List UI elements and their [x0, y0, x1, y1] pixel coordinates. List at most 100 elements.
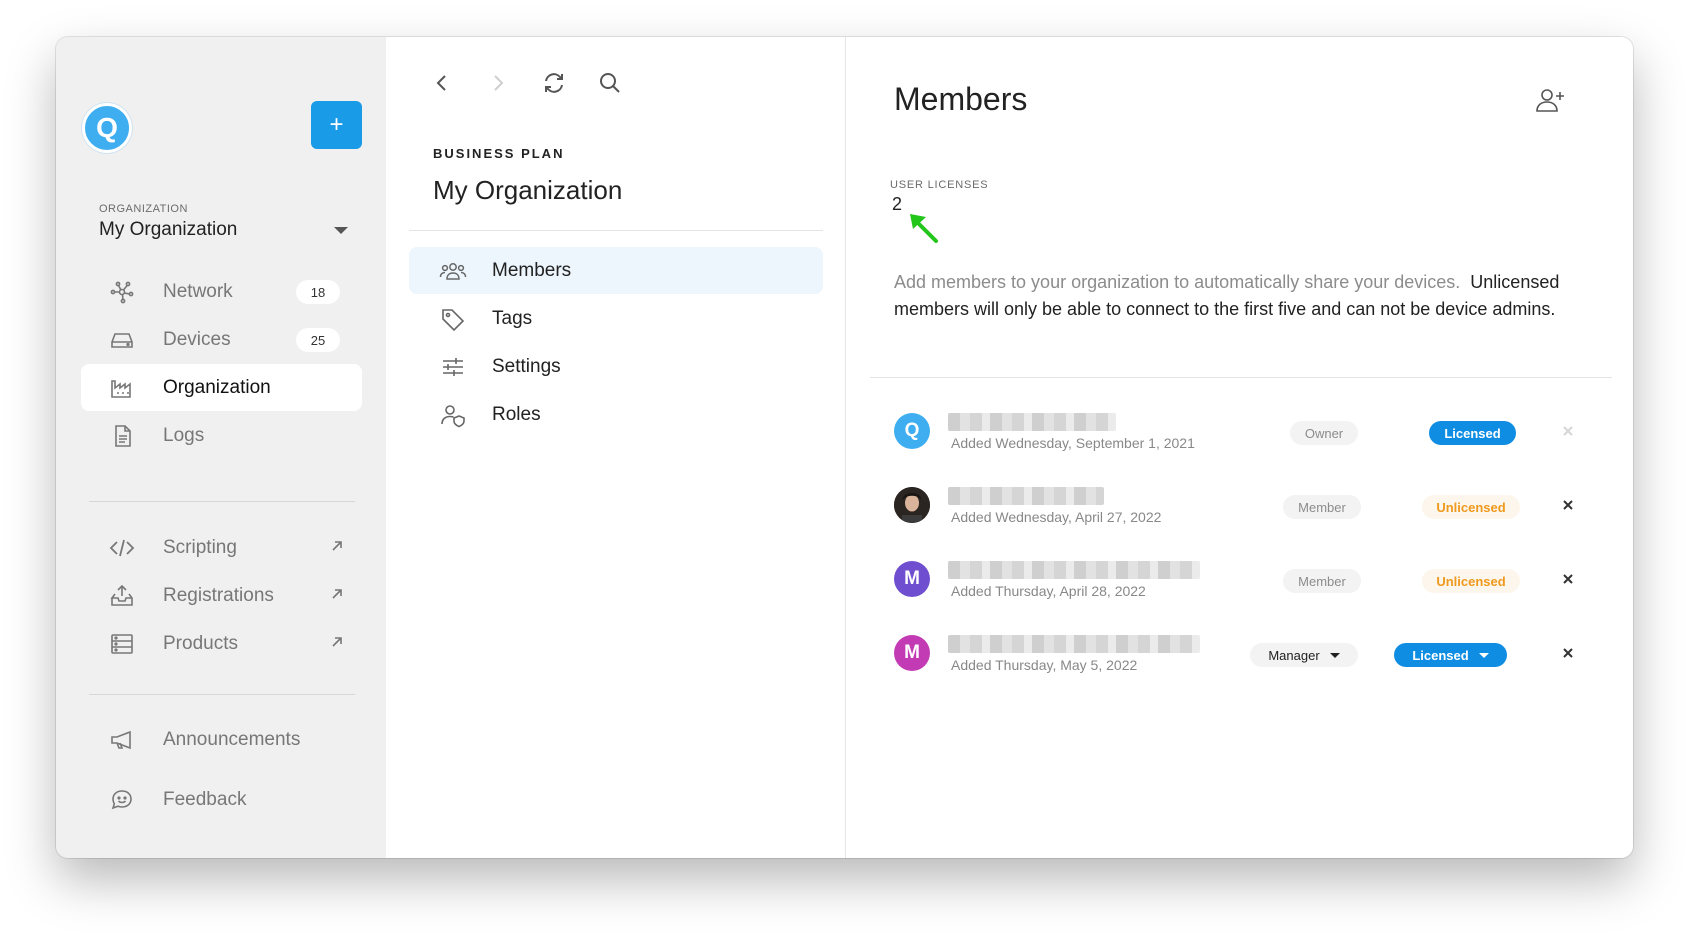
sidebar-item-label: Announcements	[163, 728, 301, 750]
close-icon[interactable]	[1560, 497, 1576, 513]
member-avatar-photo	[894, 487, 930, 523]
description-text: Add members to your organization to auto…	[894, 272, 1461, 292]
sidebar-divider	[89, 694, 355, 695]
members-title: Members	[894, 81, 1028, 117]
member-role-label: Member	[1283, 495, 1361, 519]
menu-item-settings[interactable]: Settings	[409, 343, 823, 390]
member-name-redacted	[948, 413, 1116, 431]
role-dropdown[interactable]: Manager	[1250, 643, 1358, 667]
license-status-badge: Unlicensed	[1422, 569, 1520, 593]
sidebar-item-registrations[interactable]: Registrations	[81, 572, 362, 619]
devices-count-badge: 25	[296, 328, 340, 352]
tag-icon	[442, 309, 465, 332]
upload-tray-icon	[110, 584, 133, 606]
external-link-icon	[332, 541, 342, 551]
member-avatar: M	[894, 635, 930, 671]
chevron-down-icon[interactable]	[334, 227, 348, 234]
sidebar-item-logs[interactable]: Logs	[81, 412, 362, 459]
member-name-redacted	[948, 561, 1200, 579]
user-licenses-label: USER LICENSES	[890, 179, 989, 191]
member-role-label: Member	[1283, 569, 1361, 593]
member-row[interactable]: Added Wednesday, April 27, 2022 Member U…	[894, 487, 1594, 537]
member-row[interactable]: M Added Thursday, May 5, 2022 Manager Li…	[894, 635, 1594, 685]
member-avatar: M	[894, 561, 930, 597]
forward-icon[interactable]	[484, 69, 512, 97]
role-dropdown-label: Manager	[1268, 647, 1320, 663]
member-avatar: Q	[894, 413, 930, 449]
megaphone-icon	[111, 730, 131, 750]
network-count-badge: 18	[296, 280, 340, 304]
members-panel: Members USER LICENSES 2 Add members to y…	[846, 37, 1633, 858]
sidebar-item-products[interactable]: Products	[81, 620, 362, 667]
sidebar-item-label: Registrations	[163, 584, 274, 606]
sidebar-item-label: Logs	[163, 424, 205, 446]
license-status-badge: Unlicensed	[1422, 495, 1520, 519]
sidebar-item-network[interactable]: Network 18	[81, 268, 362, 315]
sidebar-item-label: Scripting	[163, 536, 237, 558]
close-icon[interactable]	[1560, 571, 1576, 587]
users-icon	[439, 263, 467, 280]
license-dropdown-label: Licensed	[1412, 647, 1469, 663]
sidebar-item-label: Devices	[163, 328, 231, 350]
members-description: Add members to your organization to auto…	[894, 269, 1584, 323]
member-name-redacted	[948, 635, 1200, 653]
add-user-icon[interactable]	[1534, 85, 1566, 115]
app-window: Q + ORGANIZATION My Organization Network…	[56, 37, 1633, 858]
sidebar-divider	[89, 501, 355, 502]
close-icon[interactable]	[1560, 645, 1576, 661]
factory-icon	[111, 380, 131, 398]
license-status-badge: Licensed	[1429, 421, 1516, 445]
organization-label: ORGANIZATION	[99, 203, 188, 215]
member-added-date: Added Wednesday, April 27, 2022	[951, 509, 1162, 525]
add-button[interactable]: +	[311, 101, 362, 149]
account-avatar[interactable]: Q	[82, 103, 132, 153]
person-photo-icon	[894, 487, 930, 523]
external-link-icon	[332, 637, 342, 647]
sidebar-item-label: Feedback	[163, 788, 247, 810]
sidebar-item-label: Network	[163, 280, 233, 302]
panel-divider	[409, 230, 823, 231]
menu-item-roles[interactable]: Roles	[409, 391, 823, 438]
sidebar-item-announcements[interactable]: Announcements	[81, 716, 362, 763]
network-icon	[110, 281, 134, 304]
back-icon[interactable]	[428, 69, 456, 97]
close-icon	[1563, 426, 1573, 436]
menu-item-label: Settings	[492, 355, 561, 377]
user-licenses-value: 2	[892, 194, 903, 214]
sidebar-item-feedback[interactable]: Feedback	[81, 776, 362, 823]
server-icon	[111, 634, 133, 654]
sidebar-item-organization[interactable]: Organization	[81, 364, 362, 411]
plan-label: BUSINESS PLAN	[433, 146, 565, 161]
sidebar-item-scripting[interactable]: Scripting	[81, 524, 362, 571]
member-added-date: Added Thursday, May 5, 2022	[951, 657, 1138, 673]
member-row[interactable]: M Added Thursday, April 28, 2022 Member …	[894, 561, 1594, 611]
pointer-arrow-icon	[910, 214, 938, 243]
menu-item-label: Roles	[492, 403, 541, 425]
document-icon	[115, 425, 131, 447]
members-divider	[870, 377, 1612, 378]
menu-item-members[interactable]: Members	[409, 247, 823, 294]
chevron-down-icon	[1478, 652, 1489, 658]
member-added-date: Added Wednesday, September 1, 2021	[951, 435, 1195, 451]
search-icon[interactable]	[596, 69, 624, 97]
member-role-label: Owner	[1290, 421, 1358, 445]
member-name-redacted	[948, 487, 1104, 505]
sidebar-item-label: Organization	[163, 376, 271, 398]
menu-item-label: Members	[492, 259, 572, 281]
external-link-icon	[332, 589, 342, 599]
member-row[interactable]: Q Added Wednesday, September 1, 2021 Own…	[894, 413, 1594, 463]
sidebar-item-label: Products	[163, 632, 238, 654]
page-title: My Organization	[433, 175, 623, 205]
sliders-icon	[443, 358, 463, 376]
organization-selector[interactable]: My Organization	[99, 219, 237, 241]
license-dropdown[interactable]: Licensed	[1394, 643, 1507, 667]
member-added-date: Added Thursday, April 28, 2022	[951, 583, 1146, 599]
menu-item-label: Tags	[492, 307, 533, 329]
chat-smile-icon	[111, 790, 132, 810]
refresh-icon[interactable]	[540, 69, 568, 97]
sidebar-item-devices[interactable]: Devices 25	[81, 316, 362, 363]
menu-item-tags[interactable]: Tags	[409, 295, 823, 342]
user-shield-icon	[441, 405, 465, 428]
chevron-down-icon	[1329, 652, 1340, 658]
sidebar: Q + ORGANIZATION My Organization Network…	[56, 37, 386, 858]
